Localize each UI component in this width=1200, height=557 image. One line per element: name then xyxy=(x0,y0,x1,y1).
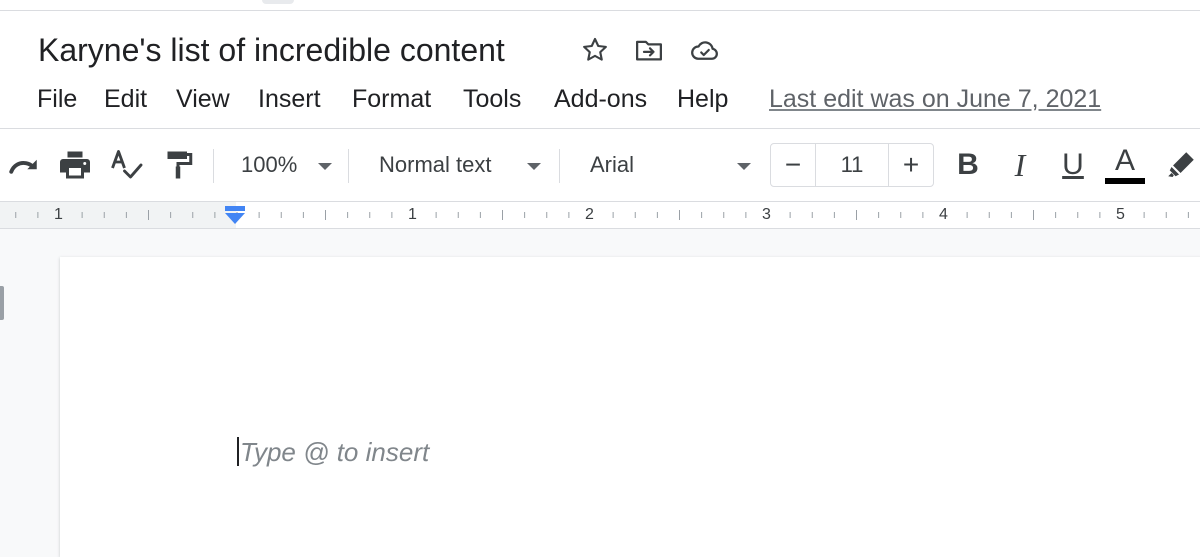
font-family-value: Arial xyxy=(590,152,635,177)
zoom-value: 100% xyxy=(241,152,298,177)
chevron-down-icon xyxy=(318,163,332,170)
editor-placeholder[interactable]: Type @ to insert xyxy=(240,436,429,468)
font-family-select[interactable]: Arial xyxy=(590,143,752,187)
menu-tools[interactable]: Tools xyxy=(463,84,521,114)
menu-file[interactable]: File xyxy=(37,84,77,114)
increase-font-size-button[interactable]: + xyxy=(889,144,933,186)
text-cursor xyxy=(237,437,239,466)
bold-button[interactable]: B xyxy=(950,147,986,183)
paragraph-style-select[interactable]: Normal text xyxy=(379,143,544,187)
menu-view[interactable]: View xyxy=(176,84,230,114)
menu-format[interactable]: Format xyxy=(352,84,431,114)
paint-format-icon[interactable] xyxy=(160,147,196,183)
toolbar-divider xyxy=(213,149,214,183)
cloud-saved-icon[interactable] xyxy=(690,35,720,65)
zoom-select[interactable]: 100% xyxy=(241,143,336,187)
last-edit-link[interactable]: Last edit was on June 7, 2021 xyxy=(769,84,1101,114)
toolbar-divider xyxy=(348,149,349,183)
spellcheck-icon[interactable] xyxy=(108,147,144,183)
ruler-ticks xyxy=(15,210,1189,220)
docs-header: Karyne's list of incredible content File… xyxy=(0,0,1200,129)
menu-help[interactable]: Help xyxy=(677,84,728,114)
ruler-label: 2 xyxy=(585,206,594,223)
ruler-label: 1 xyxy=(408,206,417,223)
text-color-button[interactable]: A xyxy=(1107,143,1143,179)
underline-button[interactable]: U xyxy=(1055,147,1091,183)
tab-edge xyxy=(262,0,294,4)
redo-icon[interactable] xyxy=(6,147,42,183)
menu-edit[interactable]: Edit xyxy=(104,84,147,114)
ruler-label: 5 xyxy=(1116,206,1125,223)
move-to-folder-icon[interactable] xyxy=(634,35,664,65)
formatting-toolbar: 100% Normal text Arial − 11 + B I U A xyxy=(0,129,1200,202)
font-size-input[interactable]: 11 xyxy=(815,144,889,186)
ruler-label: 1 xyxy=(54,206,63,223)
print-icon[interactable] xyxy=(57,147,93,183)
chevron-down-icon xyxy=(737,163,751,170)
italic-button[interactable]: I xyxy=(1002,147,1038,183)
indent-marker-icon[interactable] xyxy=(223,205,247,227)
star-icon[interactable] xyxy=(580,35,610,65)
horizontal-ruler: 1 1 2 3 4 5 xyxy=(0,202,1200,229)
browser-strip xyxy=(0,0,1200,11)
font-size-stepper: − 11 + xyxy=(770,143,934,187)
ruler-label: 4 xyxy=(939,206,948,223)
menu-add-ons[interactable]: Add-ons xyxy=(554,84,647,114)
menu-bar: File Edit View Insert Format Tools Add-o… xyxy=(0,80,1200,118)
document-page[interactable] xyxy=(60,257,1200,557)
decrease-font-size-button[interactable]: − xyxy=(771,144,815,186)
menu-insert[interactable]: Insert xyxy=(258,84,321,114)
outline-toggle-handle[interactable] xyxy=(0,286,4,320)
ruler-label: 3 xyxy=(762,206,771,223)
paragraph-style-value: Normal text xyxy=(379,152,492,177)
text-color-swatch xyxy=(1105,178,1145,184)
chevron-down-icon xyxy=(527,163,541,170)
toolbar-divider xyxy=(559,149,560,183)
highlight-pen-icon[interactable] xyxy=(1163,147,1199,183)
document-title[interactable]: Karyne's list of incredible content xyxy=(38,29,505,71)
